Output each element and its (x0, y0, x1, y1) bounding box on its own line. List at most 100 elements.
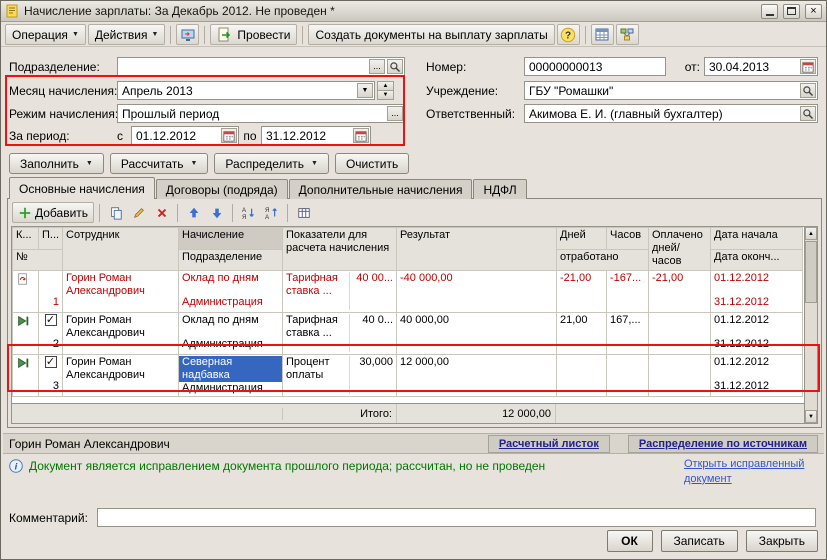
col-header-days[interactable]: Дней (557, 228, 607, 250)
scroll-up-icon[interactable]: ▲ (805, 227, 817, 240)
edit-row-button[interactable] (128, 202, 149, 223)
open-corrected-document-link[interactable]: Открыть исправленный документ (684, 457, 816, 487)
col-header-date-start[interactable]: Дата начала (711, 228, 803, 250)
indicator-cell[interactable]: Процент оплаты 30,000 (283, 354, 397, 396)
col-header-employee[interactable]: Сотрудник (63, 228, 179, 271)
col-header-department[interactable]: Подразделение (179, 250, 283, 270)
calendar-button[interactable] (800, 59, 816, 74)
table-row[interactable]: 1 Горин Роман Александрович Оклад по дня… (13, 270, 803, 312)
actions-menu-button[interactable]: Действия ▼ (88, 24, 166, 45)
mode-field[interactable]: Прошлый период ... (117, 104, 405, 123)
employee-cell[interactable]: Горин Роман Александрович (63, 312, 179, 354)
distribution-link[interactable]: Распределение по источникам (628, 435, 818, 453)
dates-cell[interactable]: 01.12.2012 31.12.2012 (711, 312, 803, 354)
minimize-button[interactable] (761, 4, 778, 19)
reread-button[interactable] (176, 24, 199, 45)
clear-button[interactable]: Очистить (335, 153, 409, 174)
indicator-cell[interactable]: Тарифная ставка ... 40 0... (283, 312, 397, 354)
row-icon-cell[interactable] (13, 312, 39, 354)
spin-down-icon[interactable]: ▼ (378, 90, 393, 99)
post-button[interactable]: Провести (210, 24, 297, 45)
structure-button[interactable] (616, 24, 639, 45)
result-cell[interactable]: 40 000,00 (397, 312, 557, 354)
dates-cell[interactable]: 01.12.2012 31.12.2012 (711, 354, 803, 396)
indicator-cell[interactable]: Тарифная ставка ... 40 00... (283, 270, 397, 312)
days-cell[interactable]: -21,00 (557, 270, 607, 312)
list-settings-button[interactable] (293, 202, 314, 223)
month-spinner[interactable]: ▲ ▼ (377, 81, 394, 100)
date-field[interactable]: 30.04.2013 (704, 57, 818, 76)
days-cell[interactable] (557, 354, 607, 396)
save-button[interactable]: Записать (661, 530, 738, 552)
calculation-journal-button[interactable] (591, 24, 614, 45)
days-cell[interactable]: 21,00 (557, 312, 607, 354)
institution-field[interactable]: ГБУ "Ромашки" (524, 81, 818, 100)
selected-cell-accrual-name[interactable]: Северная надбавка (179, 356, 282, 382)
scrollbar-thumb[interactable] (805, 241, 817, 303)
period-from-field[interactable]: 01.12.2012 (131, 126, 239, 145)
sort-ascending-button[interactable]: АЯ (238, 202, 259, 223)
add-row-button[interactable]: Добавить (12, 202, 94, 223)
row-num-cell[interactable]: 1 (39, 270, 63, 312)
row-checkbox[interactable]: ✓ (45, 356, 57, 368)
col-header-date-end[interactable]: Дата оконч... (711, 250, 803, 270)
calendar-button[interactable] (353, 128, 369, 143)
employee-cell[interactable]: Горин Роман Александрович (63, 270, 179, 312)
table-row[interactable]: ✓ 2 Горин Роман Александрович Оклад по д… (13, 312, 803, 354)
tab-ndfl[interactable]: НДФЛ (473, 179, 526, 199)
close-dialog-button[interactable]: Закрыть (746, 530, 818, 552)
col-header-accrual[interactable]: Начисление (179, 228, 283, 250)
create-payment-docs-button[interactable]: Создать документы на выплату зарплаты (308, 24, 554, 45)
delete-row-button[interactable] (151, 202, 172, 223)
row-icon-cell[interactable] (13, 270, 39, 312)
hours-cell[interactable]: 167,... (607, 312, 649, 354)
payslip-link[interactable]: Расчетный листок (488, 435, 610, 453)
distribute-button[interactable]: Распределить ▼ (214, 153, 329, 174)
fill-button[interactable]: Заполнить ▼ (9, 153, 104, 174)
ok-button[interactable]: ОК (607, 530, 653, 552)
responsible-field[interactable]: Акимова Е. И. (главный бухгалтер) (524, 104, 818, 123)
accrual-cell[interactable]: Северная надбавка Администрация (179, 354, 283, 396)
move-row-up-button[interactable] (183, 202, 204, 223)
help-button[interactable]: ? (557, 24, 580, 45)
tab-contracts[interactable]: Договоры (подряда) (156, 179, 288, 199)
col-header-k[interactable]: К... (13, 228, 39, 250)
paid-cell[interactable] (649, 312, 711, 354)
operation-menu-button[interactable]: Операция ▼ (5, 24, 86, 45)
accrual-cell[interactable]: Оклад по дням Администрация (179, 270, 283, 312)
choose-button[interactable]: ... (387, 106, 403, 121)
comment-field[interactable] (97, 508, 816, 527)
open-button[interactable] (387, 59, 403, 74)
copy-row-button[interactable] (105, 202, 126, 223)
col-header-indicators[interactable]: Показатели для расчета начисления (283, 228, 397, 271)
choose-button[interactable]: ... (369, 59, 385, 74)
spin-up-icon[interactable]: ▲ (378, 82, 393, 90)
col-header-worked[interactable]: отработано (557, 250, 649, 270)
tab-main-accruals[interactable]: Основные начисления (9, 177, 155, 199)
paid-cell[interactable] (649, 354, 711, 396)
dates-cell[interactable]: 01.12.2012 31.12.2012 (711, 270, 803, 312)
col-header-result[interactable]: Результат (397, 228, 557, 271)
sort-descending-button[interactable]: ЯА (261, 202, 282, 223)
col-header-paid[interactable]: Оплачено дней/часов (649, 228, 711, 271)
month-field[interactable]: Апрель 2013 ▼ (117, 81, 375, 100)
hours-cell[interactable]: -167... (607, 270, 649, 312)
row-checkbox[interactable]: ✓ (45, 314, 57, 326)
paid-cell[interactable]: -21,00 (649, 270, 711, 312)
open-button[interactable] (800, 83, 816, 98)
tab-additional-accruals[interactable]: Дополнительные начисления (289, 179, 473, 199)
open-button[interactable] (800, 106, 816, 121)
row-num-cell[interactable]: ✓ 3 (39, 354, 63, 396)
calendar-button[interactable] (221, 128, 237, 143)
vertical-scrollbar[interactable]: ▲ ▼ (804, 227, 817, 423)
calculate-button[interactable]: Рассчитать ▼ (110, 153, 209, 174)
col-header-p[interactable]: П... (39, 228, 63, 250)
row-num-cell[interactable]: ✓ 2 (39, 312, 63, 354)
result-cell[interactable]: -40 000,00 (397, 270, 557, 312)
maximize-button[interactable] (783, 4, 800, 19)
close-button[interactable]: × (805, 4, 822, 19)
accrual-cell[interactable]: Оклад по дням Администрация (179, 312, 283, 354)
employee-cell[interactable]: Горин Роман Александрович (63, 354, 179, 396)
move-row-down-button[interactable] (206, 202, 227, 223)
table-row-selected[interactable]: ✓ 3 Горин Роман Александрович Северная н… (13, 354, 803, 396)
